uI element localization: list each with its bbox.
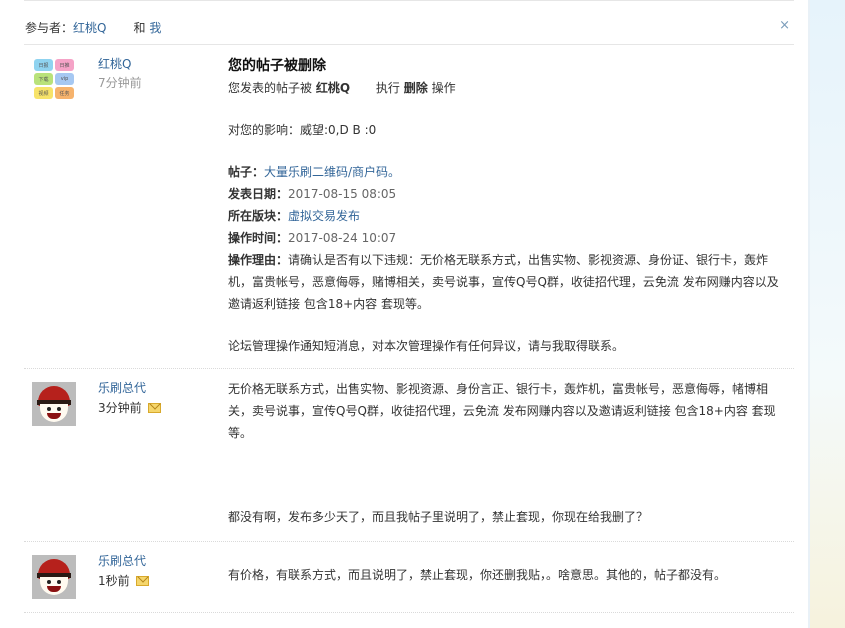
reason-label: 操作理由： bbox=[228, 253, 289, 267]
action-prefix: 您发表的帖子被 bbox=[228, 81, 313, 95]
optime-label: 操作时间： bbox=[228, 231, 289, 245]
post-label: 帖子： bbox=[228, 165, 265, 179]
message-content: 您的帖子被删除 您发表的帖子被 红桃Q 执行 删除 操作 对您的影响：威望:0,… bbox=[228, 55, 788, 357]
message-item: 乐刷总代 3分钟前 无价格无联系方式，出售实物、影视资源、身份言正、银行卡，轰炸… bbox=[24, 369, 794, 542]
sender-name[interactable]: 乐刷总代 bbox=[98, 552, 146, 569]
sender-name[interactable]: 红桃Q bbox=[98, 55, 131, 72]
reason-line: 操作理由：请确认是否有以下违规：无价格无联系方式，出售实物、影视资源、身份证、银… bbox=[228, 249, 788, 315]
avatar-tile: 下载 bbox=[34, 73, 53, 85]
mail-icon bbox=[147, 403, 161, 413]
avatar-tile: vip bbox=[55, 73, 74, 85]
participants-line: 参与者：红桃Q 和 我 bbox=[25, 20, 161, 36]
message-content: 有价格，有联系方式，而且说明了，禁止套现，你还删我贴，。啥意思。其他的，帖子都没… bbox=[228, 564, 788, 586]
action-line: 您发表的帖子被 红桃Q 执行 删除 操作 bbox=[228, 77, 788, 99]
participant-link-2[interactable]: 我 bbox=[149, 21, 161, 35]
cartoon-avatar-image bbox=[32, 382, 76, 426]
avatar[interactable] bbox=[32, 555, 76, 599]
board-link[interactable]: 虚拟交易发布 bbox=[288, 209, 360, 223]
sender-name[interactable]: 乐刷总代 bbox=[98, 379, 146, 396]
and-label: 和 bbox=[133, 21, 146, 35]
avatar-tile: 日推 bbox=[55, 59, 74, 71]
date-label: 发表日期： bbox=[228, 187, 289, 201]
avatar-tile: 任务 bbox=[55, 87, 74, 99]
board-line: 所在版块：虚拟交易发布 bbox=[228, 205, 788, 227]
optime-value: 2017-08-24 10:07 bbox=[288, 231, 397, 245]
message-time-row: 3分钟前 bbox=[98, 399, 161, 416]
message-content: 无价格无联系方式，出售实物、影视资源、身份言正、银行卡，轰炸机，富贵帐号，恶意侮… bbox=[228, 378, 788, 528]
message-time: 7分钟前 bbox=[98, 76, 142, 90]
action-suffix: 操作 bbox=[431, 81, 456, 95]
message-item: 日报 日推 下载 vip 视频 任务 红桃Q 7分钟前 您的帖子被删除 您发表的… bbox=[24, 45, 794, 369]
message-time: 3分钟前 bbox=[98, 401, 142, 415]
post-line: 帖子：大量乐刷二维码/商户码。 bbox=[228, 161, 788, 183]
board-label: 所在版块： bbox=[228, 209, 289, 223]
date-line: 发表日期：2017-08-15 08:05 bbox=[228, 183, 788, 205]
cartoon-avatar-image bbox=[32, 555, 76, 599]
avatar[interactable] bbox=[32, 382, 76, 426]
participant-link-1[interactable]: 红桃Q bbox=[73, 21, 106, 35]
message-time: 1秒前 bbox=[98, 574, 130, 588]
message-title: 您的帖子被删除 bbox=[228, 58, 326, 74]
page-background-right bbox=[810, 0, 845, 628]
action-exec: 执行 bbox=[375, 81, 400, 95]
close-icon[interactable]: × bbox=[779, 18, 790, 33]
participants-prefix: 参与者： bbox=[25, 21, 74, 35]
thread-header: 参与者：红桃Q 和 我 × bbox=[24, 10, 794, 45]
message-panel: 参与者：红桃Q 和 我 × 日报 日推 下载 vip 视频 任务 红桃Q 7分钟前… bbox=[0, 0, 808, 628]
mail-icon bbox=[135, 576, 149, 586]
message-time-row: 1秒前 bbox=[98, 572, 149, 589]
impact-line: 对您的影响：威望:0,D B :0 bbox=[228, 123, 377, 137]
message-text: 无价格无联系方式，出售实物、影视资源、身份言正、银行卡，轰炸机，富贵帐号，恶意侮… bbox=[228, 382, 776, 440]
reason-value: 请确认是否有以下违规：无价格无联系方式，出售实物、影视资源、身份证、银行卡，轰炸… bbox=[228, 253, 779, 311]
action-user: 红桃Q bbox=[315, 81, 351, 95]
divider bbox=[24, 0, 794, 1]
footer-note: 论坛管理操作通知短消息，对本次管理操作有任何异议，请与我取得联系。 bbox=[228, 339, 625, 353]
post-link[interactable]: 大量乐刷二维码/商户码。 bbox=[264, 165, 400, 179]
date-value: 2017-08-15 08:05 bbox=[288, 187, 397, 201]
message-item: 乐刷总代 1秒前 有价格，有联系方式，而且说明了，禁止套现，你还删我贴，。啥意思… bbox=[24, 542, 794, 613]
app-grid-avatar-image: 日报 日推 下载 vip 视频 任务 bbox=[32, 57, 76, 101]
optime-line: 操作时间：2017-08-24 10:07 bbox=[228, 227, 788, 249]
avatar[interactable]: 日报 日推 下载 vip 视频 任务 bbox=[32, 57, 76, 101]
avatar-tile: 视频 bbox=[34, 87, 53, 99]
message-text: 都没有啊，发布多少天了，而且我帖子里说明了，禁止套现，你现在给我删了？ bbox=[228, 510, 649, 524]
action-op: 删除 bbox=[403, 81, 428, 95]
message-text: 有价格，有联系方式，而且说明了，禁止套现，你还删我贴，。啥意思。其他的，帖子都没… bbox=[228, 568, 727, 582]
avatar-tile: 日报 bbox=[34, 59, 53, 71]
